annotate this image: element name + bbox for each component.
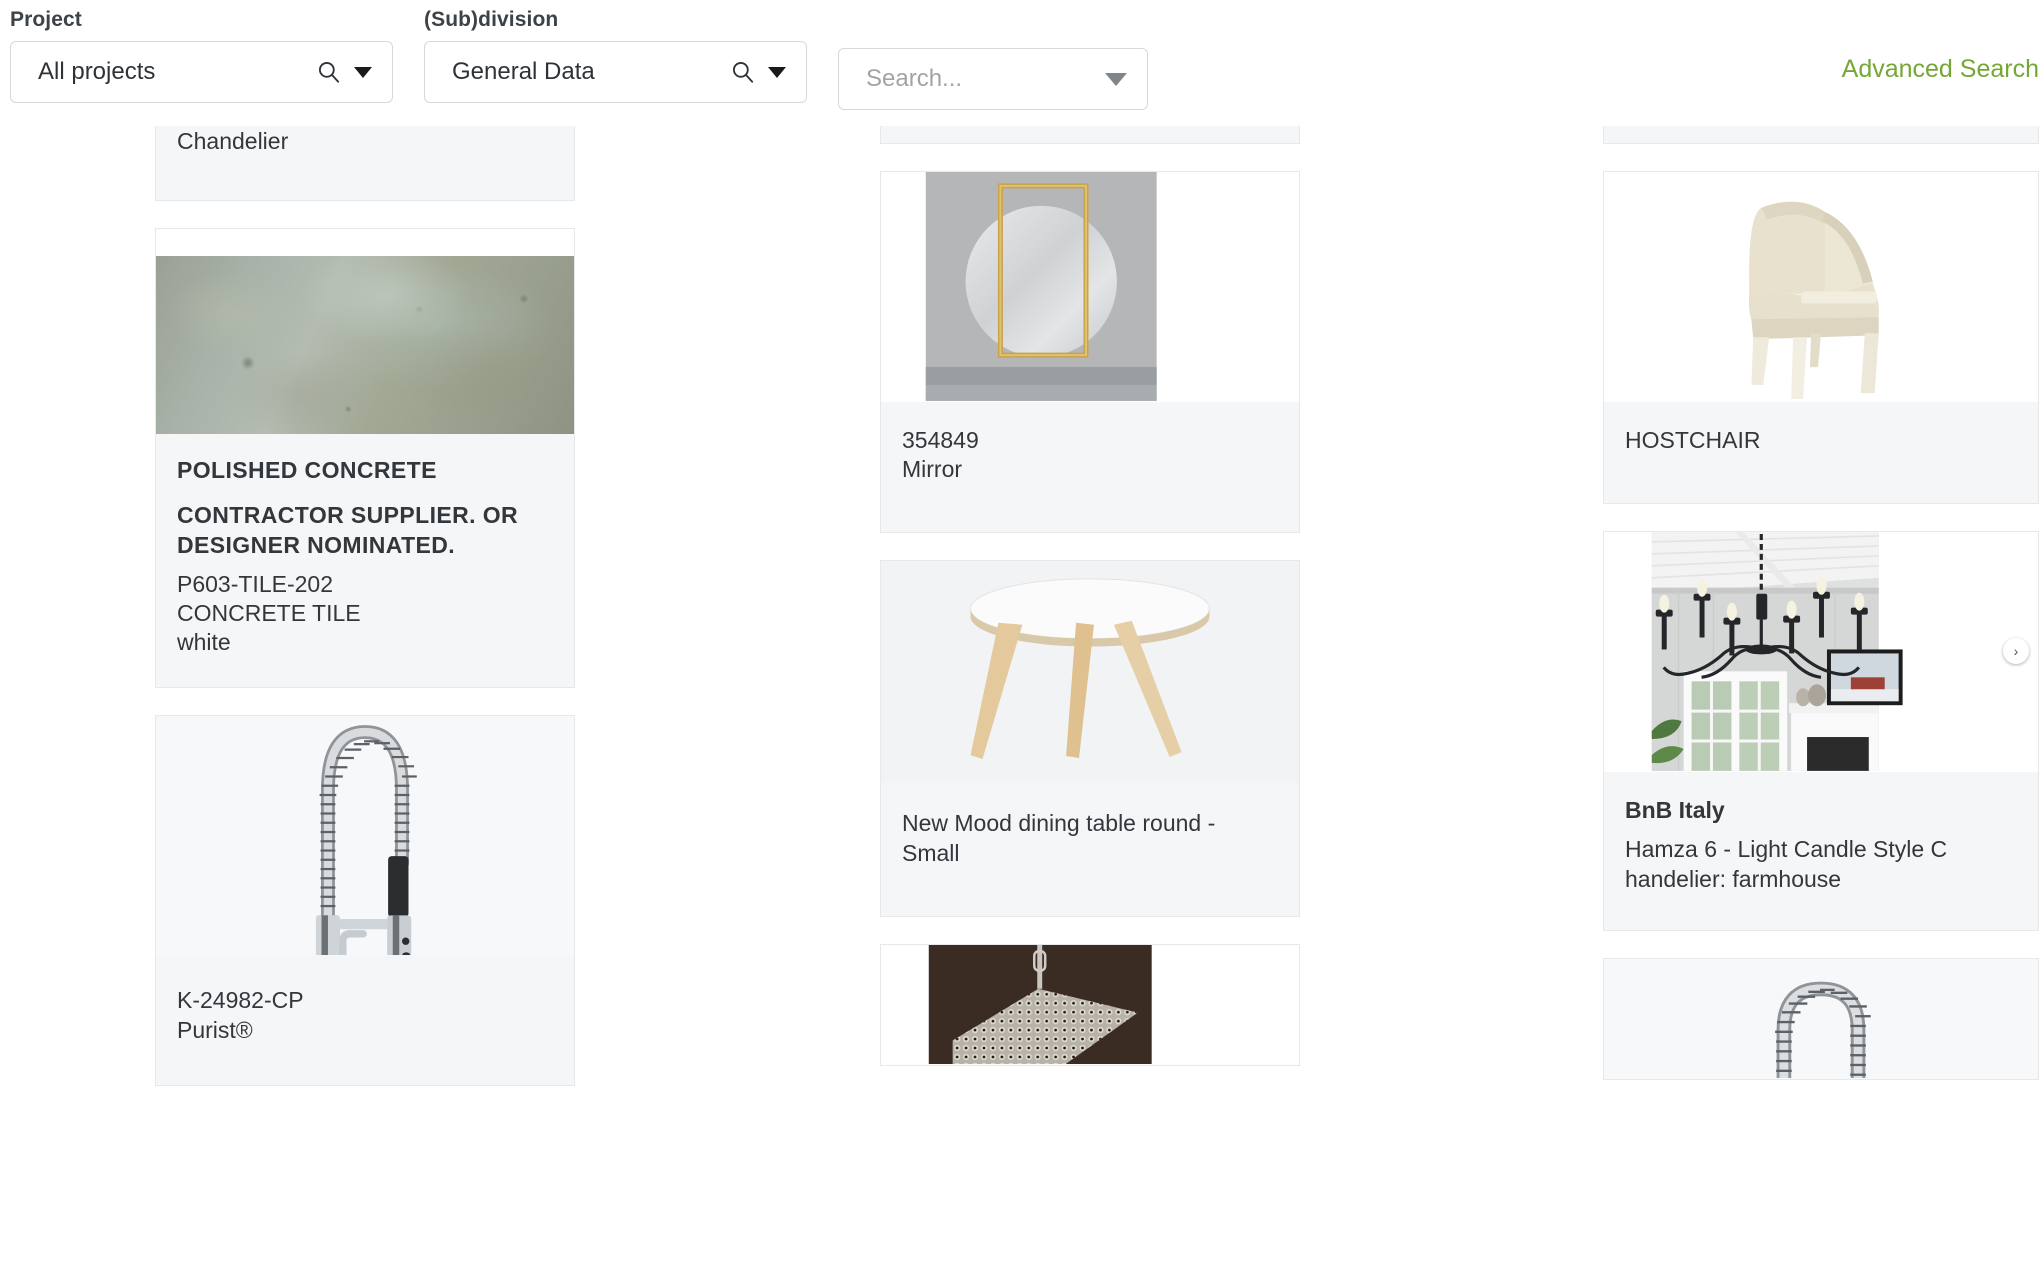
cream-host-chair-image[interactable]	[1604, 172, 2038, 402]
card-bnb-italy-chandelier[interactable]: › BnB Italy Hamza 6 - Light Candle Style…	[1603, 531, 2039, 931]
card-polished-concrete[interactable]: POLISHED CONCRETE CONTRACTOR SUPPLIER. O…	[155, 228, 575, 689]
chair-illustration	[1604, 172, 2038, 401]
product-board: Chandelier POLISHED CONCRETE CONTRACTOR …	[0, 126, 2039, 1262]
faucet-illustration	[156, 716, 574, 956]
crystal-square-pendant-image[interactable]	[881, 944, 1299, 1065]
chandelier-illustration	[1604, 532, 2038, 772]
card-line: HOSTCHAIR	[1625, 427, 1761, 453]
card-line: 354849	[902, 427, 979, 453]
round-dining-table-image[interactable]	[881, 561, 1299, 784]
search-icon	[730, 59, 756, 85]
card-line: New Mood dining table round - Small	[902, 810, 1216, 866]
card-dining-table[interactable]: New Mood dining table round - Small	[880, 560, 1300, 917]
search-icon	[316, 59, 342, 85]
kitchen-faucet-image[interactable]	[156, 716, 574, 957]
card-title: BnB Italy	[1625, 797, 1725, 824]
board-column-1: Chandelier POLISHED CONCRETE CONTRACTOR …	[155, 126, 575, 1113]
division-select[interactable]: General Data	[424, 41, 807, 103]
search-input-placeholder[interactable]: Search...	[866, 65, 1105, 93]
card-line: CONCRETE TILE	[177, 600, 361, 627]
farmhouse-chandelier-image[interactable]: ›	[1604, 532, 2038, 773]
chevron-down-icon[interactable]	[768, 66, 786, 78]
card-faucet-bottom-clipped[interactable]	[1603, 957, 2039, 1080]
card-title: POLISHED CONCRETE	[177, 457, 437, 484]
concrete-swatch	[156, 256, 574, 435]
pendant-illustration	[881, 944, 1299, 1065]
card-mirror[interactable]: 354849 Mirror	[880, 171, 1300, 534]
card-chandelier-partial[interactable]: Chandelier	[155, 126, 575, 202]
project-filter-group: Project All projects	[10, 8, 393, 103]
card-line: white	[177, 629, 231, 656]
division-filter-group: (Sub)division General Data	[424, 8, 807, 103]
card-purist-faucet[interactable]: K-24982-CP Purist®	[155, 715, 575, 1086]
card-crystal-pendant[interactable]	[880, 943, 1300, 1066]
card-line: Mirror	[902, 456, 963, 483]
card-clipped-top[interactable]	[1603, 126, 2039, 144]
card-line: P603-TILE-202	[177, 570, 333, 597]
card-subtitle: CONTRACTOR SUPPLIER. OR DESIGNER NOMINAT…	[177, 502, 519, 558]
concrete-texture-image[interactable]	[156, 229, 574, 435]
board-column-2: 354849 Mirror New Mood dining table roun…	[880, 126, 1300, 1093]
chevron-down-icon[interactable]	[354, 66, 372, 78]
division-select-value: General Data	[452, 58, 595, 85]
card-hostchair[interactable]: HOSTCHAIR	[1603, 171, 2039, 505]
project-label: Project	[10, 8, 82, 31]
card-line: Hamza 6 - Light Candle Style C handelier…	[1625, 836, 1948, 892]
mirror-illustration	[881, 172, 1299, 401]
search-select[interactable]: Search...	[838, 48, 1148, 110]
search-filter-group: Search...	[838, 48, 1148, 110]
card-line: Purist®	[177, 1016, 253, 1043]
faucet-illustration	[1604, 958, 2038, 1079]
project-select[interactable]: All projects	[10, 41, 393, 103]
kitchen-faucet-image[interactable]	[1604, 958, 2038, 1079]
project-select-value: All projects	[38, 58, 156, 85]
card-line: K-24982-CP	[177, 987, 304, 1014]
chevron-right-icon[interactable]: ›	[2003, 637, 2029, 664]
round-gold-mirror-image[interactable]	[881, 172, 1299, 402]
division-label: (Sub)division	[424, 8, 559, 31]
table-illustration	[881, 561, 1299, 783]
card-clipped-top[interactable]	[880, 126, 1300, 144]
card-line: Chandelier	[177, 128, 289, 154]
board-column-3: HOSTCHAIR › BnB Italy Hamza 6 - Light Ca…	[1603, 126, 2039, 1107]
advanced-search-link[interactable]: Advanced Search	[1639, 55, 2039, 84]
chevron-down-icon[interactable]	[1105, 72, 1127, 86]
